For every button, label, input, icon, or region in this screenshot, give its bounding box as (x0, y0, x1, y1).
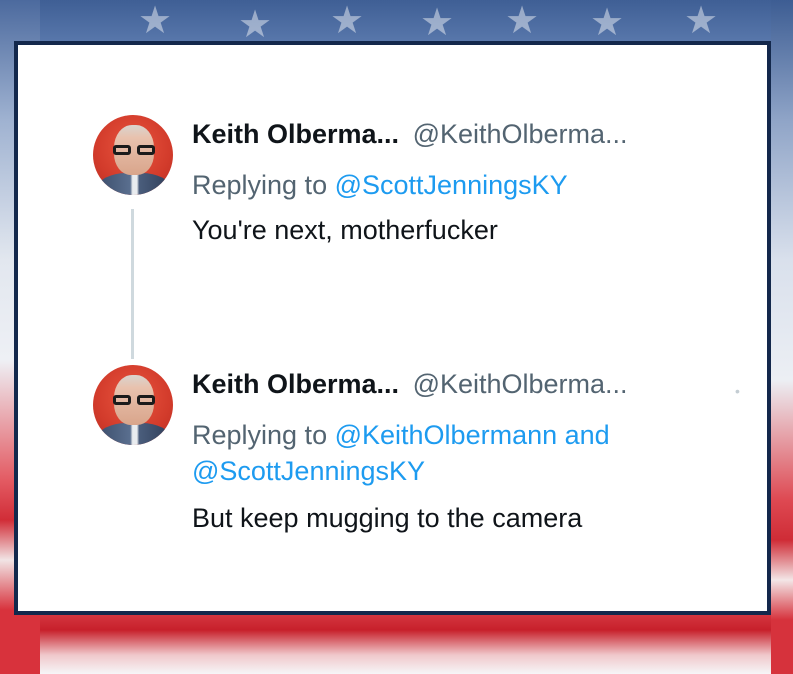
user-handle[interactable]: @KeithOlberma... (413, 119, 628, 149)
star-icon: ★ (684, 0, 719, 42)
tweet-header: Keith Olberma... @KeithOlberma... (192, 369, 628, 400)
star-icon: ★ (420, 2, 455, 44)
star-icon: ★ (238, 4, 273, 46)
reply-mention-link[interactable]: @ScottJenningsKY (335, 170, 568, 200)
avatar[interactable] (93, 115, 173, 195)
star-icon: ★ (138, 0, 173, 42)
tweet-header: Keith Olberma... @KeithOlberma... (192, 119, 628, 150)
display-name[interactable]: Keith Olberma... (192, 369, 399, 399)
reply-prefix: Replying to (192, 170, 328, 200)
star-icon: ★ (330, 0, 365, 42)
replying-to: Replying to @KeithOlbermann and @ScottJe… (192, 417, 732, 489)
tweet-thread-card: Keith Olberma... @KeithOlberma... Replyi… (14, 41, 771, 615)
tweet-text: But keep mugging to the camera (192, 503, 583, 533)
replying-to: Replying to @ScottJenningsKY (192, 167, 732, 203)
reply-mention-link[interactable]: @KeithOlbermann and (335, 420, 610, 450)
thread-connector-line (131, 209, 134, 359)
avatar[interactable] (93, 365, 173, 445)
reply-mention-link[interactable]: @ScottJenningsKY (192, 456, 425, 486)
reply-prefix: Replying to (192, 420, 328, 450)
display-name[interactable]: Keith Olberma... (192, 119, 399, 149)
star-icon: ★ (590, 2, 625, 44)
tweet-text: You're next, motherfucker (192, 215, 498, 245)
flag-background-right (771, 0, 793, 674)
star-icon: ★ (505, 0, 540, 42)
separator-dot: • (735, 383, 740, 399)
user-handle[interactable]: @KeithOlberma... (413, 369, 628, 399)
